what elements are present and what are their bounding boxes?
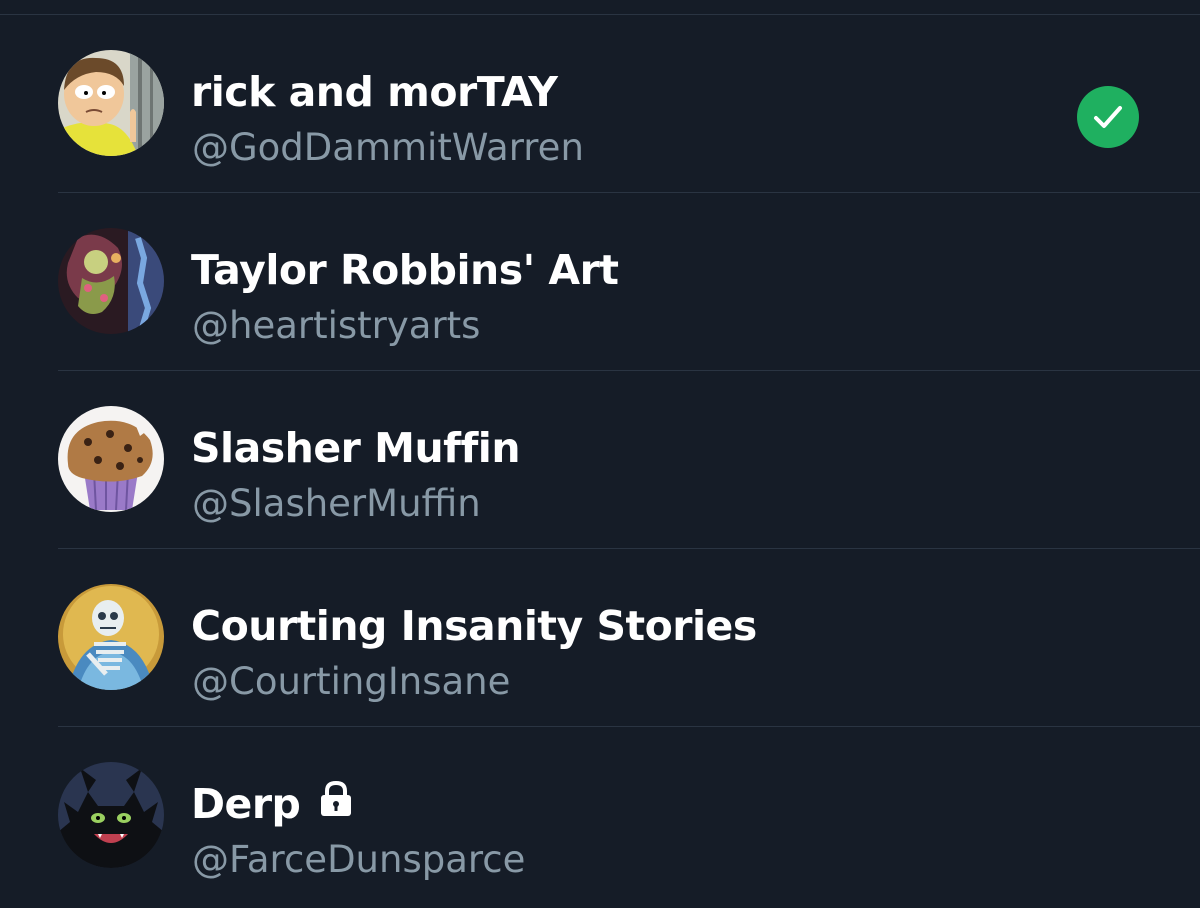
checkmark-icon [1077, 86, 1139, 148]
account-row-goddammitwarren[interactable]: rick and morTAY @GodDammitWarren [0, 15, 1200, 193]
account-name: Derp [191, 779, 356, 829]
account-name-text: rick and morTAY [191, 68, 558, 116]
account-name-text: Courting Insanity Stories [191, 602, 757, 650]
account-handle: @FarceDunsparce [192, 838, 526, 881]
account-handle: @SlasherMuffin [192, 482, 481, 525]
account-switcher-list: rick and morTAY @GodDammitWarren Taylor … [0, 0, 1200, 908]
account-name: Courting Insanity Stories [191, 601, 757, 651]
account-name: Slasher Muffin [191, 423, 521, 473]
lock-icon [316, 779, 356, 829]
account-name: rick and morTAY [191, 67, 558, 117]
account-name-text: Taylor Robbins' Art [191, 246, 619, 294]
account-handle: @CourtingInsane [192, 660, 511, 703]
account-row-heartistryarts[interactable]: Taylor Robbins' Art @heartistryarts [0, 193, 1200, 371]
morty-avatar [58, 50, 164, 156]
account-name-text: Slasher Muffin [191, 424, 521, 472]
account-name: Taylor Robbins' Art [191, 245, 619, 295]
skeleton-avatar [58, 584, 164, 690]
account-handle: @GodDammitWarren [192, 126, 584, 169]
dragon-avatar [58, 762, 164, 868]
muffin-avatar [58, 406, 164, 512]
art-avatar [58, 228, 164, 334]
account-handle: @heartistryarts [192, 304, 481, 347]
account-name-text: Derp [191, 780, 301, 828]
account-row-courtinginsane[interactable]: Courting Insanity Stories @CourtingInsan… [0, 549, 1200, 727]
account-row-slashermuffin[interactable]: Slasher Muffin @SlasherMuffin [0, 371, 1200, 549]
account-row-farcedunsparce[interactable]: Derp @FarceDunsparce [0, 727, 1200, 905]
